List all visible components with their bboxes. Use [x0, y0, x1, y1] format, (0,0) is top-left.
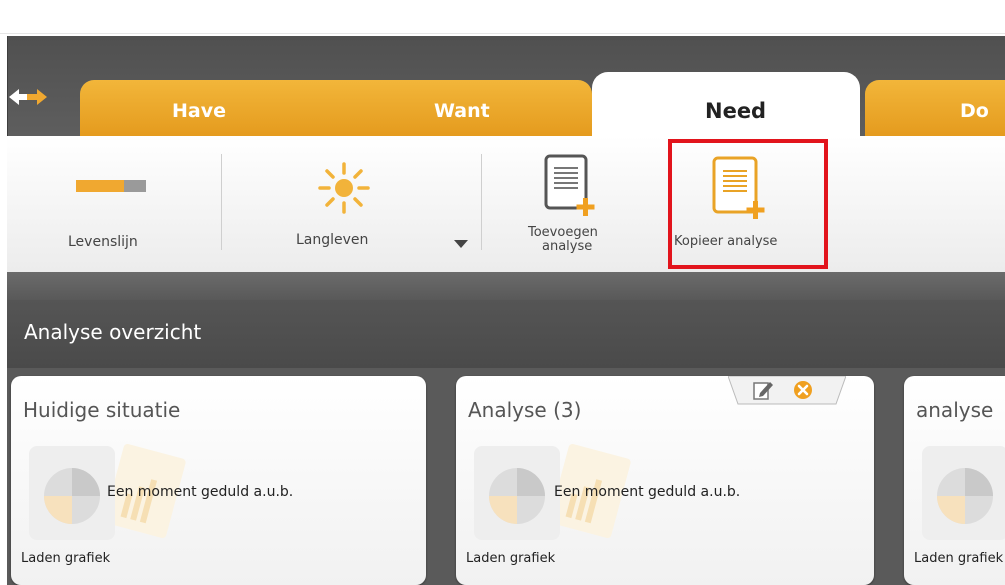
loading-message: Een moment geduld a.u.b.	[554, 484, 741, 500]
loading-chart-label: Laden grafiek	[21, 551, 111, 566]
analysis-card[interactable]: Analyse (3) Een moment geduld a.u.b. Lad…	[456, 376, 874, 585]
app-window: Have Want Need Do Levenslijn Langleven T…	[0, 0, 1005, 585]
lifeline-label: Levenslijn	[68, 234, 138, 250]
lifeline-icon	[76, 180, 146, 192]
add-analysis-button[interactable]: Toevoegen analyse	[520, 152, 630, 267]
loading-message: Een moment geduld a.u.b.	[107, 484, 294, 500]
analysis-card[interactable]: analyse Laden grafiek	[904, 376, 1005, 585]
tab-want[interactable]: Want	[434, 100, 490, 122]
card-title: analyse	[916, 398, 994, 422]
top-strip	[0, 0, 1005, 34]
tab-background	[80, 80, 592, 138]
highlight-annotation-box	[668, 139, 828, 269]
section-title: Analyse overzicht	[24, 320, 202, 344]
scenario-dropdown[interactable]: Langleven	[280, 158, 470, 258]
add-document-icon	[544, 154, 595, 216]
chart-placeholder-icon	[922, 446, 1005, 540]
tab-need[interactable]: Need	[705, 99, 766, 123]
close-icon[interactable]	[792, 379, 814, 401]
back-arrow-icon[interactable]	[7, 85, 51, 109]
scenario-label: Langleven	[296, 232, 369, 248]
tab-do[interactable]: Do	[960, 100, 989, 122]
sun-icon	[318, 162, 370, 214]
analysis-card[interactable]: Huidige situatie Een moment geduld a.u.b…	[11, 376, 426, 585]
ribbon-separator	[221, 154, 222, 250]
loading-chart-label: Laden grafiek	[914, 551, 1004, 566]
ribbon-separator	[481, 154, 482, 250]
add-analysis-label-line1: Toevoegen	[528, 225, 598, 240]
card-title: Analyse (3)	[468, 398, 582, 422]
card-toolbar	[728, 376, 846, 405]
edit-icon[interactable]	[752, 379, 774, 401]
card-title: Huidige situatie	[23, 398, 181, 422]
tab-have[interactable]: Have	[172, 100, 226, 122]
loading-chart-label: Laden grafiek	[466, 551, 556, 566]
lifeline-button[interactable]: Levenslijn	[50, 170, 170, 260]
add-analysis-label-line2: analyse	[542, 239, 593, 254]
dropdown-arrow-icon[interactable]	[454, 240, 468, 248]
